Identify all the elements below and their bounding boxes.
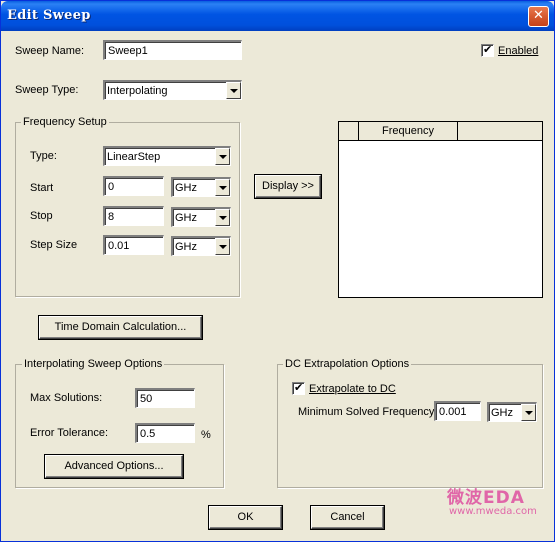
table-header: Frequency	[339, 122, 542, 141]
freq-type-label: Type:	[30, 150, 57, 162]
edit-sweep-dialog: Edit Sweep ✕ Sweep Name: Sweep1 ✔ Enable…	[0, 0, 555, 542]
error-tolerance-input[interactable]: 0.5	[135, 423, 195, 443]
time-domain-button-label: Time Domain Calculation...	[54, 321, 187, 333]
start-unit-select[interactable]: GHz	[171, 177, 231, 197]
sweep-type-value: Interpolating	[107, 85, 168, 97]
close-button[interactable]: ✕	[528, 6, 549, 27]
start-label: Start	[30, 182, 54, 194]
time-domain-button[interactable]: Time Domain Calculation...	[39, 316, 202, 339]
max-solutions-label: Max Solutions:	[30, 392, 103, 404]
interp-options-title: Interpolating Sweep Options	[22, 358, 165, 371]
watermark-logo: 微波EDA	[447, 488, 525, 508]
ok-button-label: OK	[237, 511, 254, 523]
dc-extrapolation-title: DC Extrapolation Options	[283, 358, 412, 371]
header-cell-frequency[interactable]: Frequency	[359, 122, 458, 140]
stop-label: Stop	[30, 210, 53, 222]
enabled-checkbox[interactable]: ✔	[481, 43, 494, 57]
check-icon: ✔	[294, 381, 304, 394]
ok-button[interactable]: OK	[209, 506, 282, 529]
min-solved-freq-unit-value: GHz	[491, 407, 513, 419]
title-bar[interactable]: Edit Sweep ✕	[1, 1, 554, 31]
extrapolate-dc-label: Extrapolate to DC	[309, 383, 396, 395]
extrapolate-dc-checkbox[interactable]: ✔	[292, 381, 305, 395]
close-icon: ✕	[533, 8, 544, 23]
stop-unit-value: GHz	[175, 212, 197, 224]
min-solved-freq-unit-select[interactable]: GHz	[487, 402, 537, 422]
error-tolerance-label: Error Tolerance:	[30, 427, 109, 439]
freq-type-value: LinearStep	[107, 151, 161, 163]
sweep-type-label: Sweep Type:	[15, 84, 79, 96]
frequency-table[interactable]: Frequency	[338, 121, 543, 298]
start-unit-value: GHz	[175, 182, 197, 194]
max-solutions-input[interactable]: 50	[135, 388, 195, 408]
enabled-label: Enabled	[498, 45, 539, 57]
chevron-down-icon[interactable]	[215, 209, 230, 226]
step-size-unit-value: GHz	[175, 241, 197, 253]
frequency-setup-title: Frequency Setup	[21, 116, 109, 129]
display-button-label: Display >>	[262, 180, 314, 192]
cancel-button-label: Cancel	[330, 511, 365, 523]
chevron-down-icon[interactable]	[215, 238, 230, 255]
sweep-name-input[interactable]: Sweep1	[103, 40, 242, 60]
sweep-type-select[interactable]: Interpolating	[103, 80, 242, 100]
display-button[interactable]: Display >>	[255, 175, 321, 198]
step-size-input[interactable]: 0.01	[103, 235, 164, 255]
step-size-unit-select[interactable]: GHz	[171, 236, 231, 256]
advanced-options-label: Advanced Options...	[64, 460, 164, 472]
stop-input[interactable]: 8	[103, 206, 164, 226]
chevron-down-icon[interactable]	[521, 404, 536, 421]
chevron-down-icon[interactable]	[215, 179, 230, 196]
chevron-down-icon[interactable]	[215, 148, 230, 165]
min-solved-freq-input[interactable]: 0.001	[434, 401, 481, 421]
watermark-url: www.mweda.com	[449, 506, 537, 517]
start-input[interactable]: 0	[103, 176, 164, 196]
cancel-button[interactable]: Cancel	[311, 506, 384, 529]
header-cell-extra	[458, 122, 542, 140]
percent-label: %	[201, 429, 211, 441]
header-cell-index[interactable]	[339, 122, 359, 140]
advanced-options-button[interactable]: Advanced Options...	[45, 455, 183, 478]
chevron-down-icon[interactable]	[226, 82, 241, 99]
stop-unit-select[interactable]: GHz	[171, 207, 231, 227]
min-solved-freq-label: Minimum Solved Frequency	[298, 406, 435, 418]
check-icon: ✔	[483, 43, 493, 56]
freq-type-select[interactable]: LinearStep	[103, 146, 231, 166]
step-size-label: Step Size	[30, 239, 78, 251]
window-title: Edit Sweep	[7, 8, 91, 23]
sweep-name-label: Sweep Name:	[15, 45, 85, 57]
